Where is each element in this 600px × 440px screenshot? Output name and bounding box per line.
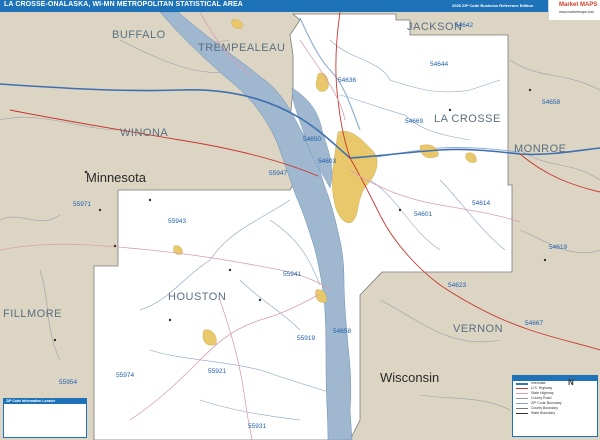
zip-label: 54603: [318, 158, 336, 165]
county-label-buffalo: BUFFALO: [112, 29, 166, 41]
city-marker-icon: [98, 208, 102, 212]
state-label-wisconsin: Wisconsin: [380, 370, 439, 385]
zip-label: 54669: [405, 118, 423, 125]
county-label-monroe: MONROE: [514, 143, 567, 155]
zip-label: 54601: [414, 211, 432, 218]
state-highway-line-icon: [516, 393, 528, 394]
city-marker-icon: [228, 268, 232, 272]
compass-label: N: [568, 378, 574, 387]
zip-label: 54658: [542, 99, 560, 106]
zip-label: 54619: [549, 244, 567, 251]
map-title: LA CROSSE-ONALASKA, WI-MN METROPOLITAN S…: [4, 1, 243, 8]
zip-locator-legend: ZIP Code Information Locator: [3, 398, 87, 438]
zip-label: 54636: [338, 77, 356, 84]
zip-label: 55919: [297, 335, 315, 342]
state-boundary-line-icon: [516, 413, 528, 414]
zip-label: 55947: [269, 170, 287, 177]
map-legend: Interstate U.S. Highway State Highway Co…: [512, 375, 598, 437]
legend-label: County Road: [531, 396, 552, 400]
zip-label: 54614: [472, 200, 490, 207]
zip-label: 55971: [73, 201, 91, 208]
zip-label: 54623: [448, 282, 466, 289]
legend-row-state-boundary: State Boundary: [513, 411, 597, 416]
title-bar: LA CROSSE-ONALASKA, WI-MN METROPOLITAN S…: [0, 0, 600, 12]
county-label-trempealeau: TREMPEALEAU: [198, 42, 285, 54]
city-marker-icon: [543, 258, 547, 262]
logo-text: Market MAPS: [559, 2, 598, 8]
zip-label: 55921: [208, 368, 226, 375]
legend-label: State Boundary: [531, 411, 556, 415]
map-canvas[interactable]: BUFFALO TREMPEALEAU JACKSON WINONA LA CR…: [0, 12, 600, 440]
map-frame: LA CROSSE-ONALASKA, WI-MN METROPOLITAN S…: [0, 0, 600, 440]
county-label-winona: WINONA: [120, 127, 168, 139]
city-marker-icon: [448, 108, 452, 112]
county-boundary-line-icon: [516, 408, 528, 409]
county-label-la-crosse: LA CROSSE: [434, 113, 501, 125]
zip-label: 54658: [333, 328, 351, 335]
zip-boundary-line-icon: [516, 403, 528, 404]
county-label-houston: HOUSTON: [168, 291, 226, 303]
legend-label: ZIP Code Boundary: [531, 401, 562, 405]
city-marker-icon: [148, 198, 152, 202]
city-marker-icon: [168, 318, 172, 322]
county-label-vernon: VERNON: [453, 323, 503, 335]
county-road-line-icon: [516, 398, 528, 399]
legend-label: State Highway: [531, 391, 554, 395]
zip-label: 54642: [455, 22, 473, 29]
zip-label: 55954: [59, 379, 77, 386]
us-highway-line-icon: [516, 388, 528, 389]
city-marker-icon: [113, 244, 117, 248]
legend-label: Interstate: [531, 381, 546, 385]
legend-left-title: ZIP Code Information Locator: [4, 399, 86, 404]
city-marker-icon: [53, 338, 57, 342]
map-edition: 2025 ZIP Code Business Reference Edition: [452, 3, 534, 8]
zip-label: 54650: [303, 136, 321, 143]
state-label-minnesota: Minnesota: [86, 170, 147, 185]
city-marker-icon: [258, 298, 262, 302]
compass-icon: N: [568, 378, 574, 387]
zip-label: 54644: [430, 61, 448, 68]
market-maps-logo: Market MAPS www.marketmaps.com: [548, 0, 600, 20]
zip-label: 55974: [116, 372, 134, 379]
city-marker-icon: [398, 208, 402, 212]
interstate-line-icon: [516, 383, 528, 385]
city-marker-icon: [528, 88, 532, 92]
logo-url: www.marketmaps.com: [559, 10, 595, 14]
county-label-fillmore: FILLMORE: [3, 308, 62, 320]
legend-label: County Boundary: [531, 406, 559, 410]
zip-label: 55941: [283, 271, 301, 278]
zip-label: 55943: [168, 218, 186, 225]
legend-label: U.S. Highway: [531, 386, 553, 390]
zip-label: 55931: [248, 423, 266, 430]
zip-label: 54667: [525, 320, 543, 327]
